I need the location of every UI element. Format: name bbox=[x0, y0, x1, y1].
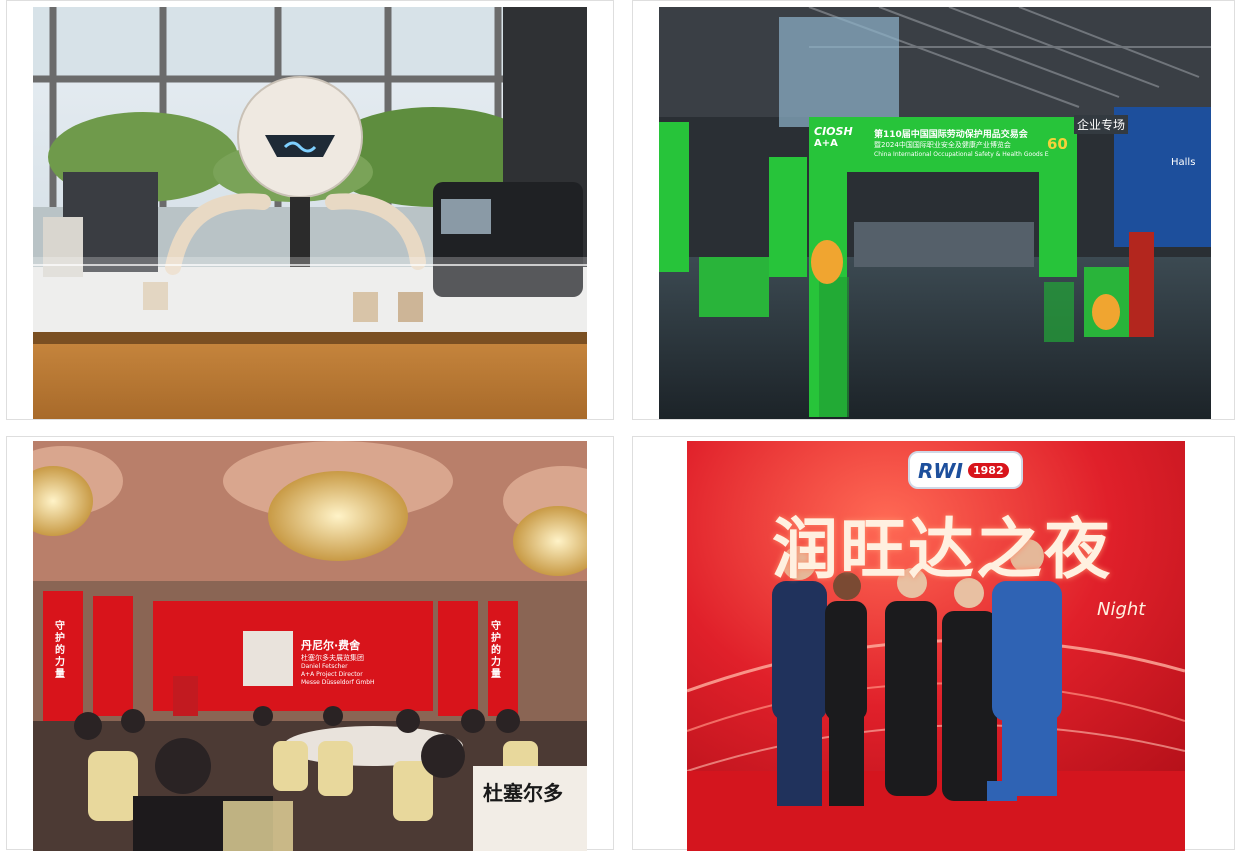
photo-frame-expo: CIOSH A+A 第110届中国国际劳动保护用品交易会 暨2024中国国际职业… bbox=[632, 0, 1235, 420]
photo-expo-entrance: CIOSH A+A 第110届中国国际劳动保护用品交易会 暨2024中国国际职业… bbox=[659, 7, 1211, 419]
hall-sign-en: Halls bbox=[1171, 157, 1196, 168]
banner-left: 守护的力量 bbox=[55, 621, 65, 680]
photo-frame-night: RWI 1982 润旺达之夜 Night bbox=[632, 436, 1235, 851]
photo-frame-robot bbox=[6, 0, 614, 420]
photo-robot-barista bbox=[33, 7, 587, 419]
rwi-logo: RWI 1982 bbox=[908, 451, 1023, 489]
banner-right: 守护的力量 bbox=[491, 621, 501, 680]
hall-sign: 企业专场 bbox=[1074, 115, 1129, 134]
screen-name-cn: 丹尼尔·费舍 bbox=[301, 639, 361, 652]
event-title-en: Night bbox=[1097, 599, 1146, 620]
photo-night-event: RWI 1982 润旺达之夜 Night bbox=[687, 441, 1185, 851]
photo-frame-banquet: 守护的力量 守护的力量 丹尼尔·费舍 杜塞尔多夫展览集团 Daniel Fets… bbox=[6, 436, 614, 851]
gate-subtitle-cn: 暨2024中国国际职业安全及健康产业博览会 bbox=[874, 141, 1011, 149]
gate-title-cn: 第110届中国国际劳动保护用品交易会 bbox=[874, 130, 1028, 140]
table-card: 杜塞尔多 bbox=[483, 781, 563, 805]
gate-logo: CIOSH A+A bbox=[814, 125, 853, 149]
screen-role-cn: 杜塞尔多夫展览集团 bbox=[301, 654, 364, 662]
anniversary-badge: 60 bbox=[1047, 135, 1068, 153]
gate-title-en: China International Occupational Safety … bbox=[874, 151, 1049, 158]
photo-banquet-hall: 守护的力量 守护的力量 丹尼尔·费舍 杜塞尔多夫展览集团 Daniel Fets… bbox=[33, 441, 587, 851]
event-title-cn: 润旺达之夜 bbox=[772, 511, 1112, 588]
screen-name-en: Daniel Fetscher bbox=[301, 663, 348, 670]
screen-org-en: Messe Düsseldorf GmbH bbox=[301, 679, 375, 686]
screen-role-en: A+A Project Director bbox=[301, 671, 363, 678]
